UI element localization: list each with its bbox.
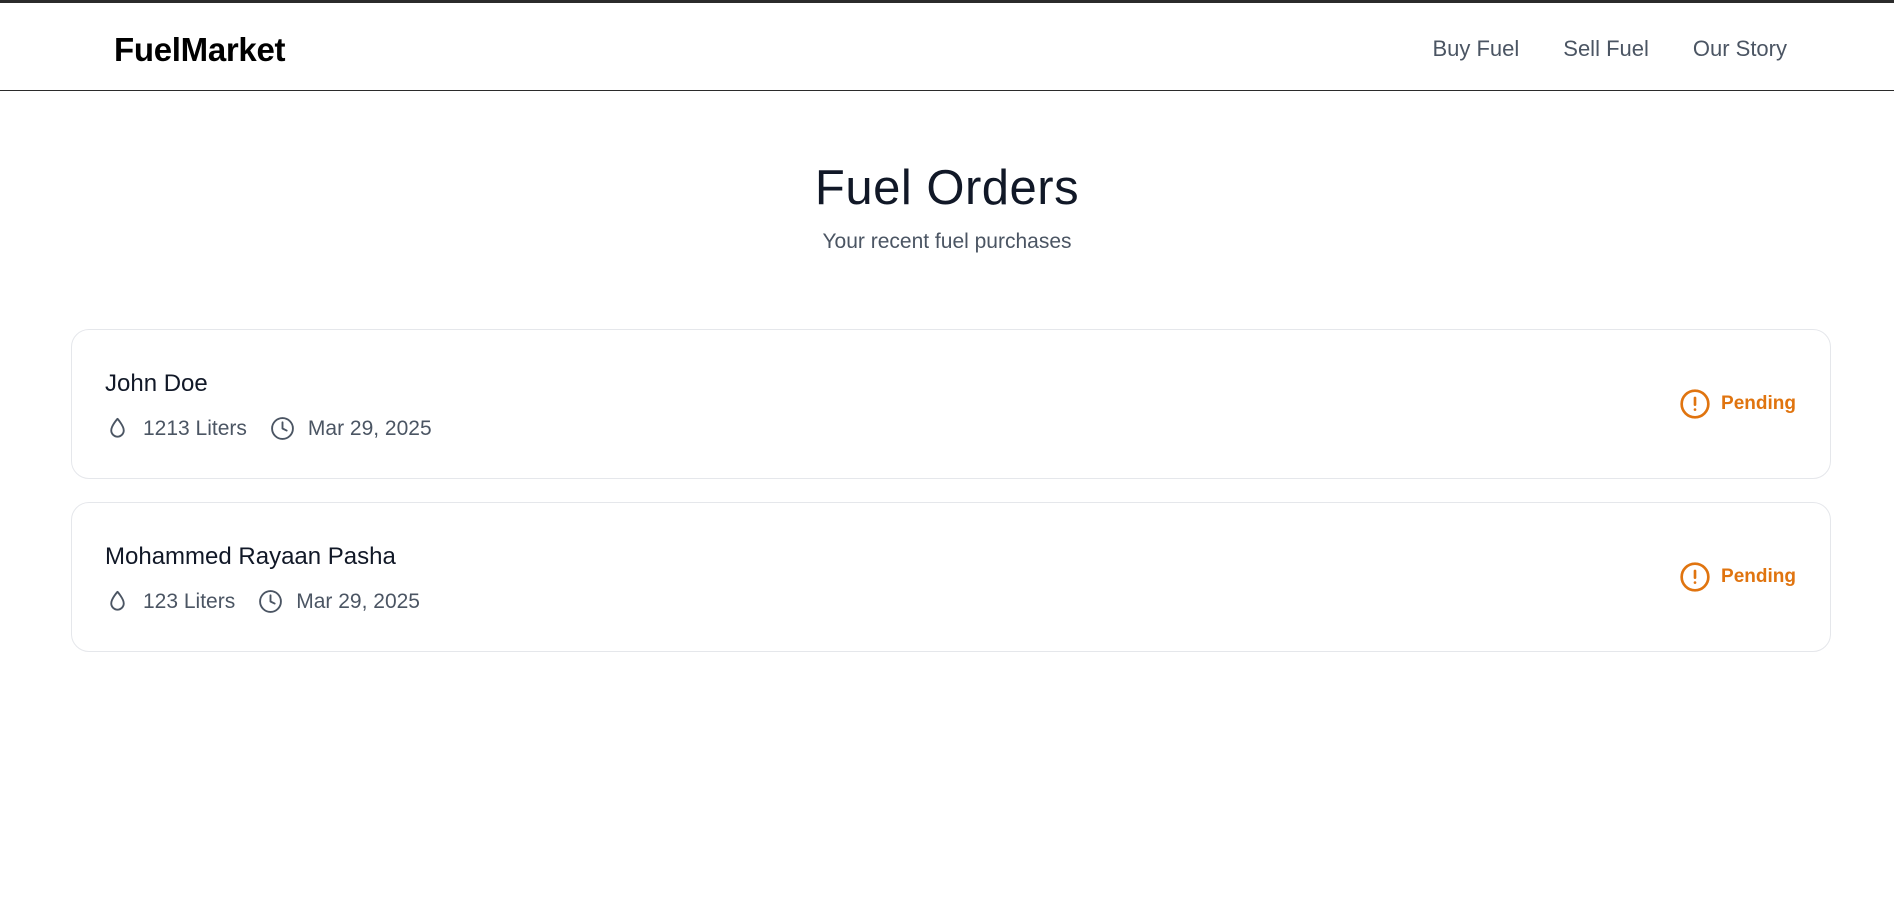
status-label: Pending xyxy=(1721,566,1796,587)
status-label: Pending xyxy=(1721,393,1796,414)
order-meta: 1213 Liters Mar 29, 2025 xyxy=(105,416,455,441)
quantity-value: 1213 Liters xyxy=(143,416,247,440)
order-list: John Doe 1213 Liters Mar 29, 2025 Pendin… xyxy=(71,329,1831,675)
main-nav: Buy Fuel Sell Fuel Our Story xyxy=(1432,36,1787,62)
brand-logo[interactable]: FuelMarket xyxy=(114,31,286,69)
order-card[interactable]: John Doe 1213 Liters Mar 29, 2025 Pendin… xyxy=(71,329,1831,479)
nav-our-story-link[interactable]: Our Story xyxy=(1693,36,1787,62)
quantity-value: 123 Liters xyxy=(143,589,236,613)
status-badge: Pending xyxy=(1679,561,1796,593)
customer-name: Mohammed Rayaan Pasha xyxy=(105,543,396,570)
date-info: Mar 29, 2025 xyxy=(270,416,432,441)
page-title: Fuel Orders xyxy=(814,161,1080,215)
alert-circle-icon xyxy=(1680,562,1710,592)
date-info: Mar 29, 2025 xyxy=(258,589,420,614)
quantity-info: 123 Liters xyxy=(105,589,235,614)
clock-icon xyxy=(259,590,283,613)
droplet-icon xyxy=(110,590,125,611)
quantity-info: 1213 Liters xyxy=(105,416,247,441)
customer-name: John Doe xyxy=(105,370,208,397)
droplet-icon xyxy=(110,417,125,438)
order-date: Mar 29, 2025 xyxy=(296,589,420,613)
alert-circle-icon xyxy=(1680,389,1710,419)
top-navigation-bar: FuelMarket Buy Fuel Sell Fuel Our Story xyxy=(0,0,1894,91)
order-meta: 123 Liters Mar 29, 2025 xyxy=(105,589,443,614)
clock-icon xyxy=(271,417,294,440)
page-heading: Fuel Orders Your recent fuel purchases xyxy=(0,160,1894,254)
order-date: Mar 29, 2025 xyxy=(307,416,432,440)
nav-buy-fuel-link[interactable]: Buy Fuel xyxy=(1432,36,1519,62)
order-card[interactable]: Mohammed Rayaan Pasha 123 Liters Mar 29,… xyxy=(71,502,1831,652)
status-badge: Pending xyxy=(1679,388,1796,420)
nav-sell-fuel-link[interactable]: Sell Fuel xyxy=(1563,36,1649,62)
page-subtitle: Your recent fuel purchases xyxy=(822,230,1072,253)
